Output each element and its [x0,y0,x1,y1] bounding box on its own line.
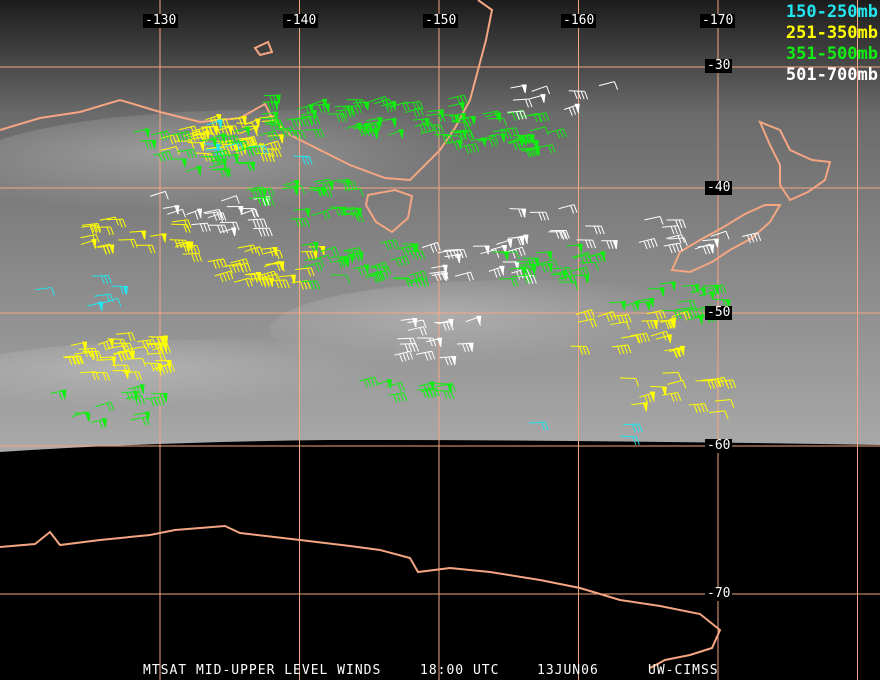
lon-label: -140 [283,13,319,28]
legend-item: 251-350mb [785,23,878,43]
time-label: 18:00 UTC [420,663,500,678]
product-title: MTSAT MID-UPPER LEVEL WINDS [143,663,382,678]
pressure-legend: 150-250mb 251-350mb 351-500mb 501-700mb [786,2,878,86]
date-label: 13JUN06 [537,663,599,678]
wind-map: -130 -140 -150 -160 -170 -30 -40 -50 -60… [0,0,880,680]
lon-label: -130 [143,13,179,28]
lat-label: -30 [705,58,733,73]
credit-label: UW-CIMSS [648,663,719,678]
lat-label: -60 [705,438,733,453]
footer-bar: MTSAT MID-UPPER LEVEL WINDS 18:00 UTC 13… [0,660,880,680]
satellite-imagery [0,0,880,680]
lat-label: -70 [705,586,733,601]
lon-label: -170 [700,13,736,28]
lon-label: -160 [561,13,597,28]
legend-item: 351-500mb [785,44,878,64]
legend-item: 150-250mb [785,2,878,22]
legend-item: 501-700mb [785,65,878,85]
lon-label: -150 [423,13,459,28]
lat-label: -40 [705,180,733,195]
lat-label: -50 [705,305,733,320]
antarctica-coast [0,524,722,669]
